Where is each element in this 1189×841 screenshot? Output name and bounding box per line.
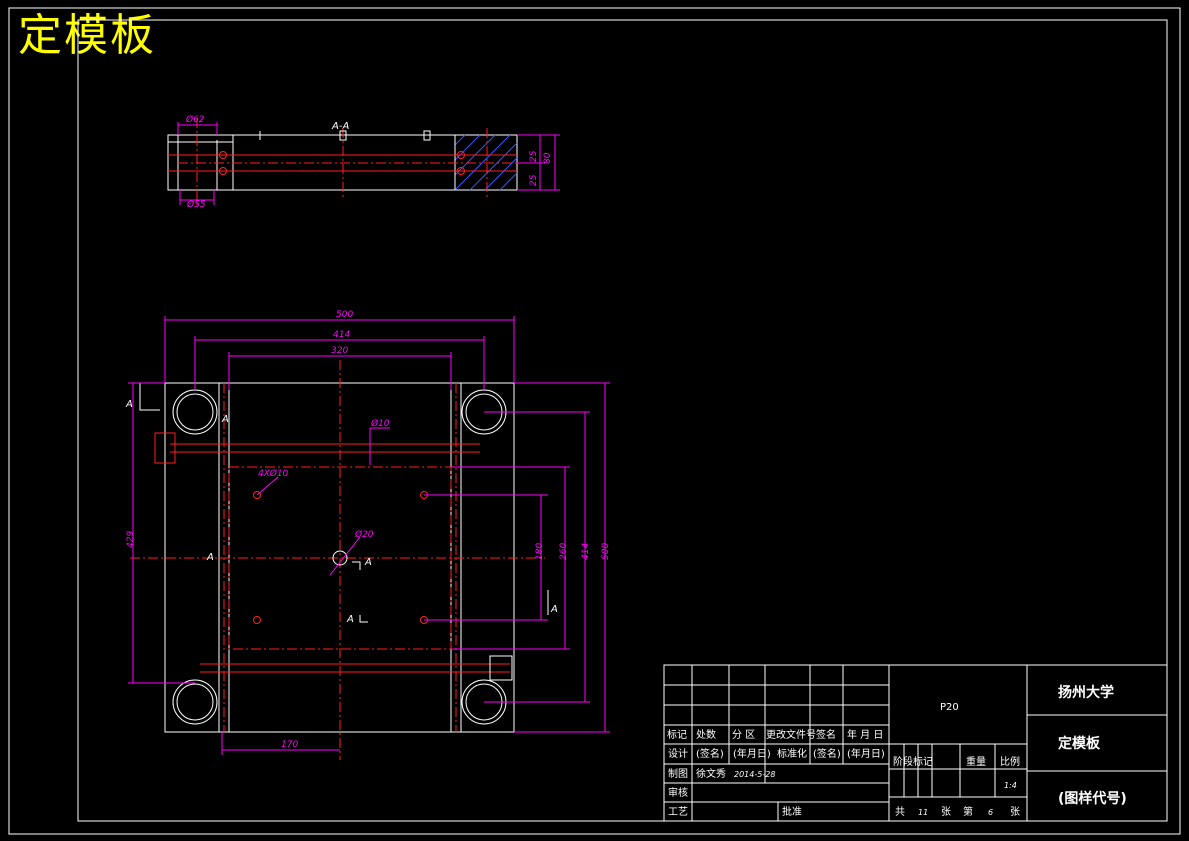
- material-label: P20: [940, 702, 959, 713]
- tb-stage-mark: 阶段标记: [893, 755, 933, 768]
- section-mark-a2: A: [221, 414, 229, 425]
- dim-4xphi10: 4XØ10: [258, 468, 289, 479]
- tb-draw-date: 2014-5-28: [734, 770, 775, 779]
- tb-draw-label: 制图: [668, 767, 688, 780]
- dim-phi20: Ø20: [354, 529, 374, 540]
- part-name: 定模板: [1058, 735, 1101, 752]
- dim-80: 80: [543, 152, 553, 164]
- tb-scale-value: 1:4: [1004, 781, 1017, 790]
- tb-scale-label: 比例: [1000, 755, 1020, 768]
- dim-phi62: Ø62: [185, 114, 205, 125]
- school-name: 扬州大学: [1058, 684, 1114, 701]
- tb-page-label: 第: [963, 805, 973, 818]
- dim-25-b: 25: [529, 174, 539, 186]
- dim-414-right: 414: [581, 543, 591, 560]
- dim-25-a: 25: [529, 150, 539, 162]
- section-title: A-A: [331, 121, 349, 132]
- tb-check-label: 审核: [668, 786, 688, 799]
- dim-500-top: 500: [336, 310, 353, 320]
- dim-phi10: Ø10: [370, 418, 390, 429]
- tb-approve-label: 批准: [782, 805, 802, 818]
- section-mark-a5: A: [346, 614, 354, 625]
- tb-header-zone: 分 区: [732, 729, 755, 741]
- tb-header-sign: 签名: [816, 728, 836, 741]
- tb-standard-sign: (签名): [813, 747, 841, 760]
- tb-design-sign: (签名): [696, 747, 724, 760]
- tb-drawer: 徐文秀: [696, 767, 726, 780]
- tb-design-date: (年月日): [733, 747, 771, 760]
- tb-page-suffix: 张: [1010, 806, 1020, 818]
- tb-total-sheets: 11: [918, 808, 928, 817]
- section-mark-a3: A: [206, 552, 214, 563]
- section-view-a-a: A-A Ø62 Ø55 80 25 25: [167, 114, 560, 210]
- tb-standard-label: 标准化: [777, 747, 807, 760]
- tb-header-count: 处数: [696, 728, 716, 741]
- dim-260: 260: [559, 543, 569, 560]
- tb-design-label: 设计: [668, 747, 688, 760]
- plan-view: A A A A A A 500 414 320 Ø10 4XØ10 Ø20 42…: [125, 310, 611, 760]
- section-mark-a6: A: [550, 604, 558, 615]
- dim-180: 180: [535, 543, 545, 560]
- tb-process-label: 工艺: [668, 806, 688, 818]
- section-mark-a4: A: [364, 557, 372, 568]
- section-mark-a1: A: [125, 399, 133, 410]
- tb-header-change-doc: 更改文件号: [766, 728, 816, 741]
- cad-drawing: A-A Ø62 Ø55 80 25 25 A A A A A A 500 414…: [8, 7, 1181, 835]
- tb-standard-date: (年月日): [847, 747, 885, 760]
- tb-header-mark: 标记: [667, 729, 687, 741]
- dim-170: 170: [281, 740, 298, 750]
- dim-414-top: 414: [333, 330, 350, 340]
- drawing-frame: [8, 7, 1181, 835]
- dim-phi55: Ø55: [186, 199, 206, 210]
- tb-page-no: 6: [988, 808, 993, 817]
- dim-500-right: 500: [601, 543, 611, 560]
- tb-total-label: 共: [895, 806, 905, 818]
- tb-weight: 重量: [966, 755, 986, 768]
- tb-sheet-label: 张: [941, 806, 951, 818]
- title-block: P20 扬州大学 定模板 (图样代号) 标记 处数 分 区 更改文件号 签名 年…: [663, 664, 1168, 822]
- drawing-code: (图样代号): [1058, 790, 1127, 807]
- tb-header-date: 年 月 日: [847, 728, 883, 741]
- dim-429: 429: [126, 531, 136, 548]
- dim-320: 320: [331, 346, 348, 356]
